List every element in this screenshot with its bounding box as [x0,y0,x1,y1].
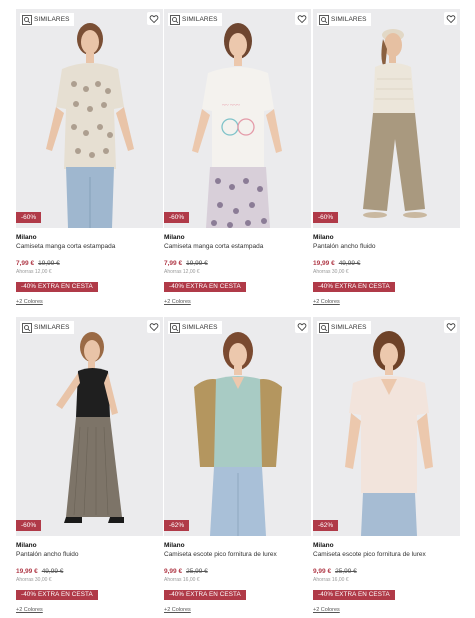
model-photo [194,332,282,536]
discount-badge: -60% [16,212,42,223]
product-name[interactable]: Pantalón ancho fluido [16,551,163,559]
discount-badge: -62% [164,520,190,531]
product-price: 7,99 € [164,260,183,267]
model-photo [363,29,427,218]
similares-button[interactable]: SIMILARES [317,321,371,334]
product-name[interactable]: Camiseta manga corta estampada [16,243,163,251]
extra-discount-badge: -40% EXTRA EN CESTA [164,590,246,600]
wishlist-button[interactable] [295,320,308,333]
similares-label: SIMILARES [182,324,218,331]
model-photo [56,332,124,523]
product-old-price: 19,99 € [38,260,60,267]
similares-button[interactable]: SIMILARES [168,13,222,26]
similar-search-icon [319,322,329,333]
extra-discount-badge: -40% EXTRA EN CESTA [313,590,395,600]
product-image[interactable]: SIMILARES -60% [16,9,163,228]
colors-link[interactable]: +2 Colores [313,299,460,305]
product-price: 9,99 € [313,568,332,575]
product-price: 9,99 € [164,568,183,575]
product-image[interactable]: SIMILARES -60% [16,317,163,536]
product-card[interactable]: SIMILARES -60% Milano Pantalón ancho flu… [16,317,163,613]
similares-button[interactable]: SIMILARES [20,13,74,26]
similares-button[interactable]: SIMILARES [20,321,74,334]
similar-search-icon [319,14,329,25]
product-brand: Milano [16,542,37,549]
product-card[interactable]: SIMILARES -62% Milano Camiseta escote pi… [313,317,460,613]
heart-icon [446,322,455,331]
model-photo [46,23,134,228]
product-name[interactable]: Pantalón ancho fluido [313,243,460,251]
colors-link[interactable]: +2 Colores [164,299,311,305]
savings-text: Ahorras 16,00 € [313,577,349,583]
product-old-price: 19,99 € [186,260,208,267]
product-name[interactable]: Camiseta escote pico fornitura de lurex [164,551,311,559]
heart-icon [446,14,455,23]
wishlist-button[interactable] [444,12,457,25]
similares-label: SIMILARES [34,324,70,331]
similares-button[interactable]: SIMILARES [317,13,371,26]
product-name[interactable]: Camiseta manga corta estampada [164,243,311,251]
wishlist-button[interactable] [147,12,160,25]
similar-search-icon [170,14,180,25]
heart-icon [297,322,306,331]
model-photo [345,331,433,536]
savings-text: Ahorras 30,00 € [313,269,349,275]
product-image[interactable]: SIMILARES -62% [313,317,460,536]
product-image[interactable]: ~~ ~~~ SIMILARES -60% [164,9,311,228]
product-brand: Milano [164,234,185,241]
product-image[interactable]: SIMILARES -62% [164,317,311,536]
extra-discount-badge: -40% EXTRA EN CESTA [16,282,98,292]
model-photo: ~~ ~~~ [192,23,282,228]
product-brand: Milano [313,234,334,241]
product-card[interactable]: SIMILARES -60% Milano Pantalón ancho flu… [313,9,460,305]
product-brand: Milano [16,234,37,241]
extra-discount-badge: -40% EXTRA EN CESTA [164,282,246,292]
product-image[interactable]: SIMILARES -60% [313,9,460,228]
product-old-price: 25,99 € [186,568,208,575]
similares-button[interactable]: SIMILARES [168,321,222,334]
product-price: 19,99 € [16,568,38,575]
product-old-price: 49,99 € [338,260,361,267]
colors-link[interactable]: +2 Colores [16,299,163,305]
discount-badge: -62% [313,520,339,531]
product-card[interactable]: SIMILARES -60% Milano Camiseta manga cor… [16,9,163,305]
colors-link[interactable]: +2 Colores [313,607,460,613]
similar-search-icon [22,14,32,25]
similares-label: SIMILARES [331,324,367,331]
similar-search-icon [22,322,32,333]
similares-label: SIMILARES [34,16,70,23]
product-price: 7,99 € [16,260,35,267]
similares-label: SIMILARES [182,16,218,23]
heart-icon [149,14,158,23]
product-card[interactable]: SIMILARES -62% Milano Camiseta escote pi… [164,317,311,613]
savings-text: Ahorras 12,00 € [164,269,200,275]
product-old-price: 25,99 € [335,568,357,575]
extra-discount-badge: -40% EXTRA EN CESTA [313,282,395,292]
discount-badge: -60% [16,520,42,531]
colors-link[interactable]: +2 Colores [16,607,163,613]
savings-text: Ahorras 12,00 € [16,269,52,275]
product-old-price: 49,99 € [41,568,64,575]
heart-icon [297,14,306,23]
wishlist-button[interactable] [147,320,160,333]
savings-text: Ahorras 30,00 € [16,577,52,583]
savings-text: Ahorras 16,00 € [164,577,200,583]
similares-label: SIMILARES [331,16,367,23]
heart-icon [149,322,158,331]
discount-badge: -60% [313,212,339,223]
wishlist-button[interactable] [295,12,308,25]
colors-link[interactable]: +2 Colores [164,607,311,613]
product-price: 19,99 € [313,260,335,267]
extra-discount-badge: -40% EXTRA EN CESTA [16,590,98,600]
discount-badge: -60% [164,212,190,223]
wishlist-button[interactable] [444,320,457,333]
similar-search-icon [170,322,180,333]
product-card[interactable]: ~~ ~~~ SIMILARES -60% Milano Camiseta ma… [164,9,311,305]
product-brand: Milano [313,542,334,549]
product-name[interactable]: Camiseta escote pico fornitura de lurex [313,551,460,559]
product-brand: Milano [164,542,185,549]
svg-text:~~ ~~~: ~~ ~~~ [222,103,240,109]
